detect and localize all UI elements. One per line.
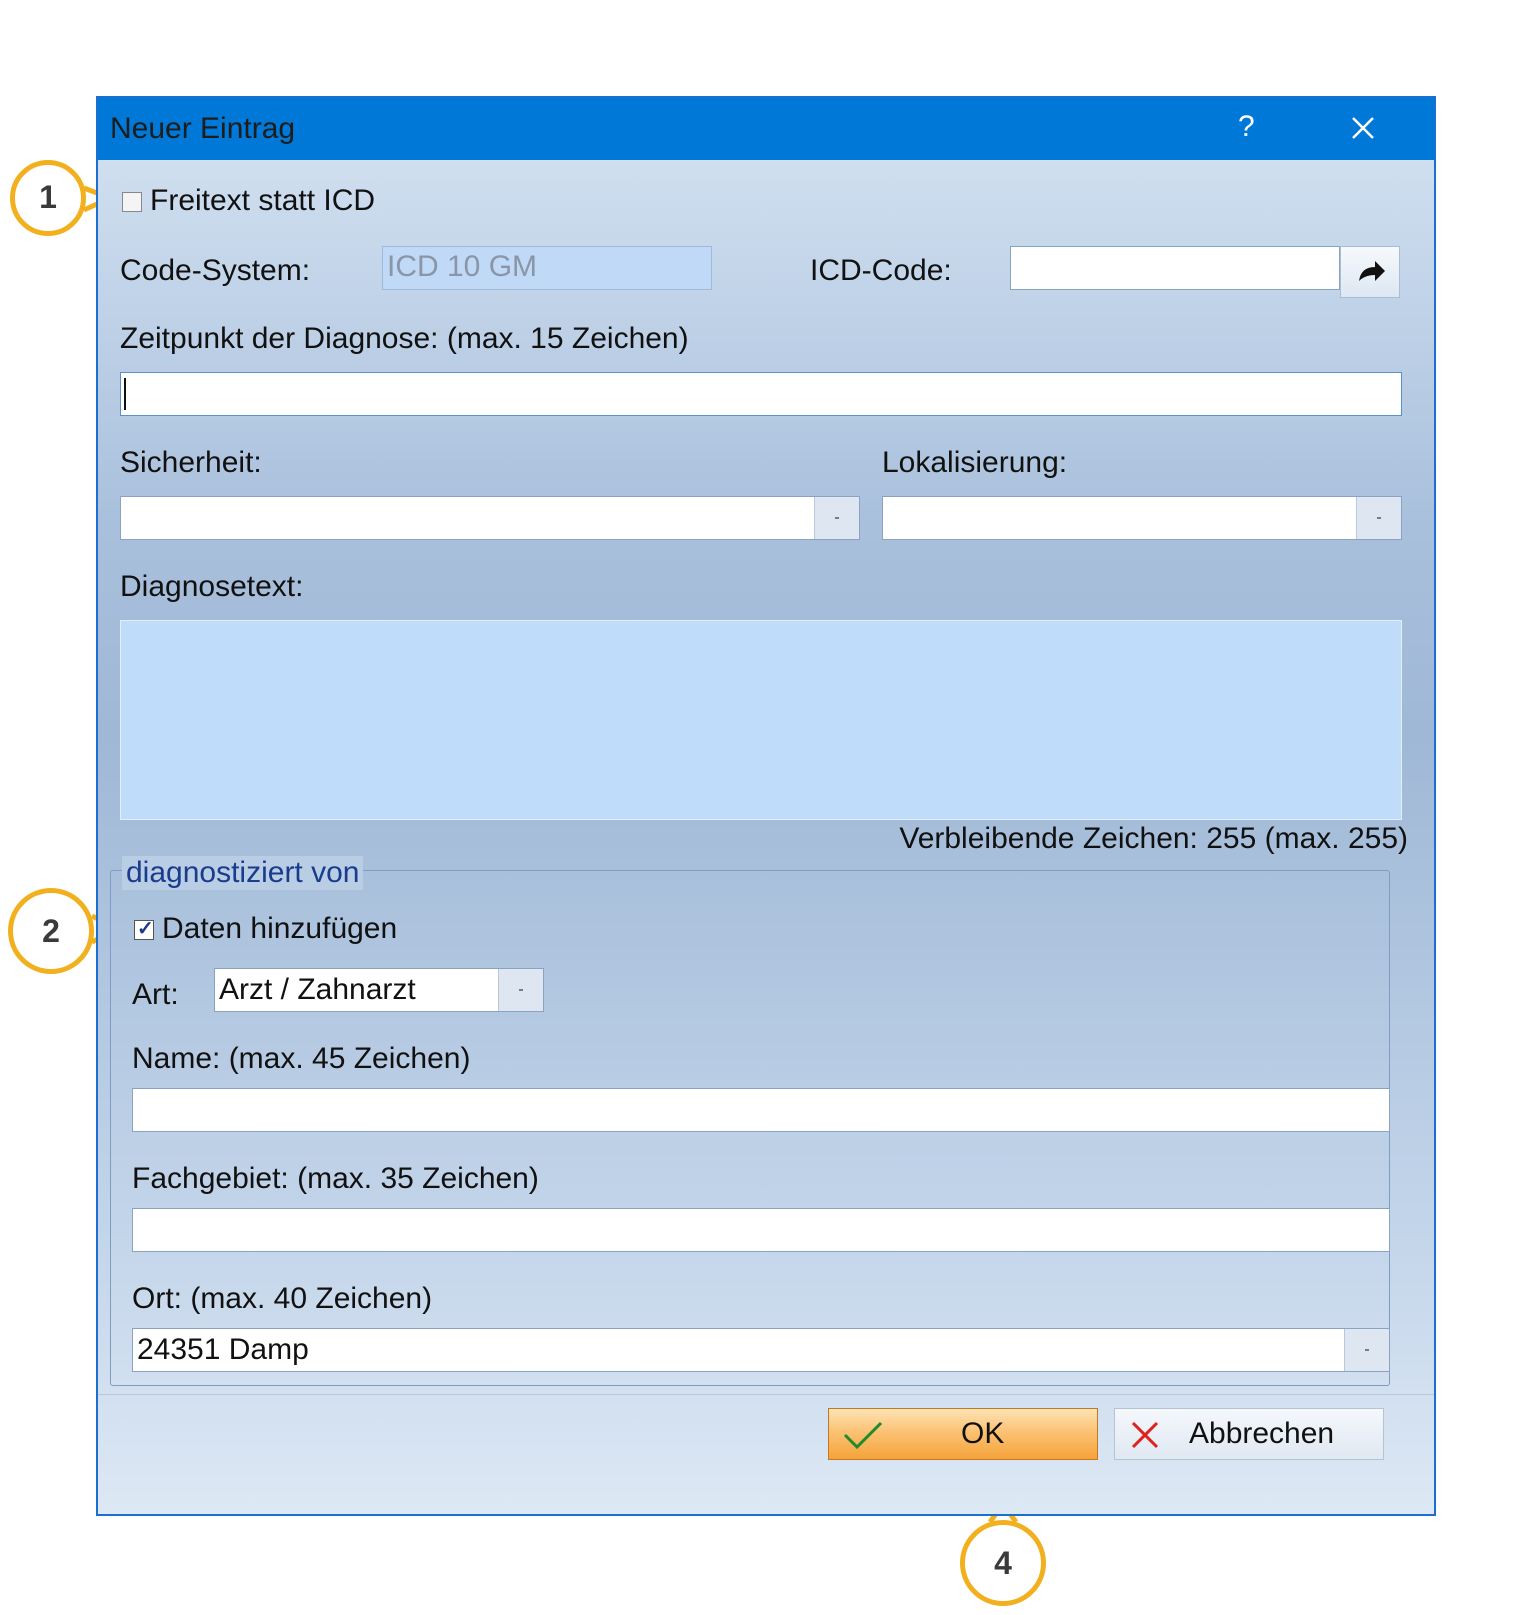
- freetext-checkbox[interactable]: [122, 192, 142, 212]
- sicherheit-label: Sicherheit:: [120, 446, 262, 479]
- art-dropdown-button[interactable]: [498, 969, 543, 1011]
- remaining-chars-label: Verbleibende Zeichen: 255 (max. 255): [899, 822, 1408, 855]
- ok-button[interactable]: OK: [828, 1408, 1098, 1460]
- icd-code-label: ICD-Code:: [810, 254, 952, 287]
- cancel-button[interactable]: Abbrechen: [1114, 1408, 1384, 1460]
- art-value: Arzt / Zahnarzt: [219, 973, 416, 1006]
- ort-label: Ort: (max. 40 Zeichen): [132, 1282, 433, 1315]
- lokalisierung-dropdown[interactable]: [882, 496, 1402, 540]
- text-cursor: [124, 378, 126, 410]
- close-icon: [1352, 117, 1374, 139]
- title-bar: Neuer Eintrag ?: [98, 98, 1434, 160]
- fachgebiet-input[interactable]: [132, 1208, 1390, 1252]
- freetext-label: Freitext statt ICD: [150, 184, 376, 217]
- footer-separator: [98, 1394, 1434, 1395]
- fachgebiet-label: Fachgebiet: (max. 35 Zeichen): [132, 1162, 539, 1195]
- close-button[interactable]: [1338, 106, 1388, 152]
- new-entry-dialog: Neuer Eintrag ? Freitext statt ICD Code-…: [96, 96, 1436, 1516]
- lokalisierung-label: Lokalisierung:: [882, 446, 1068, 479]
- diagnosetext-textarea[interactable]: [120, 620, 1402, 820]
- dialog-title: Neuer Eintrag: [110, 112, 296, 145]
- ort-dropdown-button[interactable]: [1344, 1329, 1389, 1371]
- checkmark-icon: [843, 1421, 883, 1450]
- icd-code-input[interactable]: [1010, 246, 1340, 290]
- art-label: Art:: [132, 978, 179, 1011]
- share-arrow-icon: [1359, 261, 1385, 281]
- callout-1: 1: [10, 160, 86, 236]
- cancel-button-label: Abbrechen: [1189, 1417, 1335, 1450]
- ort-combobox[interactable]: 24351 Damp: [132, 1328, 1390, 1372]
- help-button[interactable]: ?: [1238, 110, 1255, 144]
- zeitpunkt-label: Zeitpunkt der Diagnose: (max. 15 Zeichen…: [120, 322, 689, 355]
- diagnosetext-label: Diagnosetext:: [120, 570, 304, 603]
- code-system-field: ICD 10 GM: [382, 246, 712, 290]
- ort-value: 24351 Damp: [137, 1333, 309, 1366]
- add-data-label: Daten hinzufügen: [162, 912, 398, 945]
- lokalisierung-dropdown-button[interactable]: [1356, 497, 1401, 539]
- name-input[interactable]: [132, 1088, 1390, 1132]
- icd-go-button[interactable]: [1340, 246, 1400, 298]
- add-data-checkbox[interactable]: [134, 916, 154, 941]
- code-system-label: Code-System:: [120, 254, 311, 287]
- ok-button-label: OK: [961, 1417, 1005, 1450]
- red-x-icon: [1131, 1421, 1159, 1449]
- art-dropdown[interactable]: Arzt / Zahnarzt: [214, 968, 544, 1012]
- zeitpunkt-input[interactable]: [120, 372, 1402, 416]
- callout-4: 4: [960, 1520, 1046, 1606]
- name-label: Name: (max. 45 Zeichen): [132, 1042, 471, 1075]
- diagnosed-by-title: diagnostiziert von: [122, 856, 364, 890]
- callout-2: 2: [8, 888, 94, 974]
- sicherheit-dropdown[interactable]: [120, 496, 860, 540]
- sicherheit-dropdown-button[interactable]: [814, 497, 859, 539]
